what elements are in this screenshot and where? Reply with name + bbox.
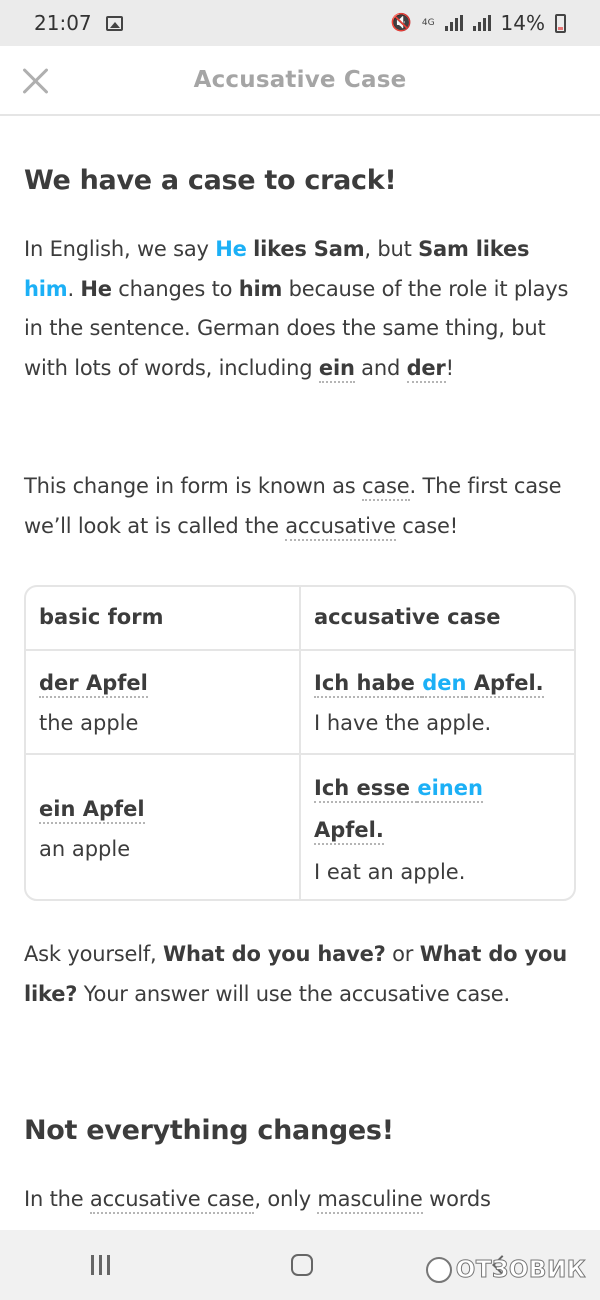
text-run: . <box>67 276 81 301</box>
text-run[interactable]: einen <box>417 776 483 803</box>
text-run[interactable]: accusative <box>285 513 396 541</box>
status-time: 21:07 <box>34 11 92 35</box>
battery-icon <box>555 13 566 33</box>
text-run[interactable]: den <box>422 671 467 698</box>
text-run: case! <box>395 513 458 538</box>
paragraph-3: Ask yourself, What do you have? or What … <box>24 935 580 1014</box>
section-heading: We have a case to crack! <box>24 165 397 196</box>
text-run: In English, we say <box>24 237 216 261</box>
battery-percent: 14% <box>500 11 545 35</box>
text-run: or <box>385 942 420 966</box>
text-run: and <box>354 355 407 380</box>
sentence-ich-habe-den-apfel[interactable]: Ich habe den Apfel. <box>314 663 544 703</box>
text-run[interactable]: Apfel. <box>466 671 544 698</box>
recent-apps-icon[interactable] <box>90 1255 110 1275</box>
text-run[interactable]: Ich habe <box>314 671 423 698</box>
section-heading-2: Not everything changes! <box>24 1115 394 1146</box>
case-table: basic form accusative case der Apfel the… <box>24 585 576 901</box>
watermark-circle-icon <box>425 1257 452 1283</box>
word-der-apfel[interactable]: der Apfel <box>39 671 148 698</box>
table-cell-basic-1: der Apfel the apple <box>39 671 148 735</box>
table-cell-basic-2: ein Apfel an apple <box>39 797 145 861</box>
app-header: Accusative Case <box>0 46 600 116</box>
text-run: Ask yourself, <box>24 942 164 966</box>
table-header-accusative: accusative case <box>314 605 501 629</box>
close-icon[interactable] <box>20 66 50 96</box>
page-title: Accusative Case <box>193 67 407 93</box>
table-row-divider <box>26 649 574 651</box>
text-run: He <box>215 237 247 261</box>
status-bar: 21:07 🔇 4G 14% <box>0 0 600 46</box>
text-run[interactable]: der <box>406 355 446 383</box>
text-run: In the <box>24 1187 90 1211</box>
signal-icon <box>444 15 463 31</box>
paragraph-4-wrap: In the accusative case, only masculine w… <box>24 1180 580 1230</box>
text-run: This change in form is known as <box>24 474 363 498</box>
paragraph-2-wrap: This change in form is known as case. Th… <box>24 467 580 546</box>
network-type: 4G <box>421 17 435 28</box>
home-icon[interactable] <box>291 1254 314 1276</box>
text-run[interactable]: ein <box>318 355 355 383</box>
word-ein-apfel[interactable]: ein Apfel <box>39 797 145 824</box>
paragraph-2: This change in form is known as case. Th… <box>24 467 580 546</box>
word-apfel[interactable]: Apfel. <box>314 818 384 845</box>
text-run[interactable]: masculine <box>317 1187 423 1214</box>
text-run: , but <box>364 237 419 261</box>
signal-icon-2 <box>472 15 491 31</box>
text-run: words <box>422 1187 491 1211</box>
lesson-heading-1: We have a case to crack! <box>24 165 397 196</box>
paragraph-3-wrap: Ask yourself, What do you have? or What … <box>24 935 580 1014</box>
text-run: What do you have? <box>163 942 386 966</box>
text-run: him <box>24 276 68 301</box>
text-run: He <box>80 276 112 301</box>
text-run: , only <box>254 1187 318 1211</box>
text-run[interactable]: case <box>362 474 410 501</box>
table-cell-accusative-1: Ich habe den Apfel. I have the apple. <box>301 663 544 743</box>
table-row-divider <box>26 753 574 755</box>
watermark-logo: ОТЗОВИК <box>425 1257 586 1284</box>
paragraph-1-wrap: In English, we say He likes Sam, but Sam… <box>24 230 580 388</box>
text-run: Sam likes <box>418 237 530 261</box>
text-run: ! <box>445 355 454 380</box>
text-run: him <box>238 276 283 301</box>
sentence-ich-esse-einen[interactable]: Ich esse einen <box>314 767 483 809</box>
lesson-heading-2: Not everything changes! <box>24 1115 394 1146</box>
image-notification-icon <box>105 15 123 31</box>
text-run[interactable]: accusative case <box>89 1187 255 1214</box>
mute-icon: 🔇 <box>390 13 412 33</box>
text-run: Your answer will use the accusative case… <box>77 981 510 1006</box>
text-run[interactable]: Ich esse <box>314 776 418 803</box>
paragraph-4: In the accusative case, only masculine w… <box>24 1180 580 1220</box>
text-run: likes Sam <box>253 237 365 261</box>
table-cell-accusative-2: Ich esse einen Apfel. I eat an apple. <box>301 767 483 893</box>
paragraph-1: In English, we say He likes Sam, but Sam… <box>24 230 580 388</box>
text-run: changes to <box>111 276 239 301</box>
table-header-basic: basic form <box>39 605 164 629</box>
